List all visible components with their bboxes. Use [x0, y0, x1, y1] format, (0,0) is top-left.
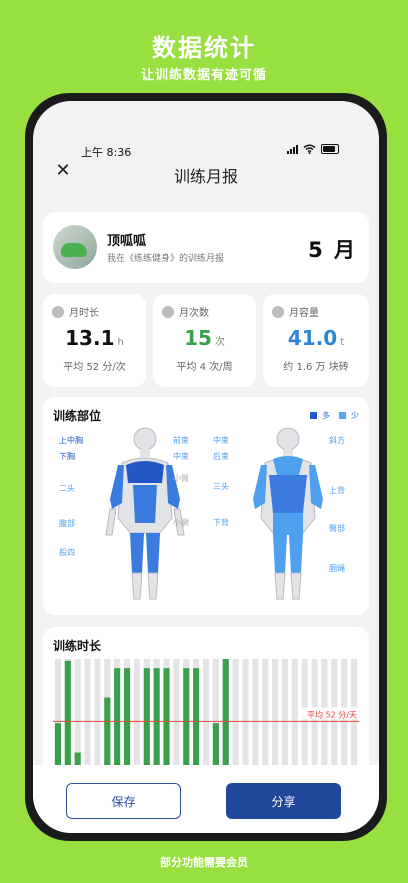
legend: 多 少	[310, 410, 359, 421]
report-month: 5 月	[308, 238, 357, 262]
stat-label: 月次数	[179, 308, 209, 319]
stat-card-duration: 月时长 13.1 h 平均 52 分/次	[43, 294, 146, 387]
legend-swatch-more	[310, 412, 317, 419]
chart-bar-track	[202, 659, 210, 769]
chart-bar-track	[281, 659, 289, 769]
muscle-label: 小臂	[173, 474, 189, 483]
chart-bar[interactable]	[143, 668, 150, 769]
signal-icon	[287, 144, 298, 154]
stat-value: 15 次	[184, 326, 225, 350]
battery-icon	[321, 144, 339, 154]
weight-icon	[272, 305, 284, 318]
phone-frame: 上午 8:36 ✕ 训练月报 顶呱呱 我在《练练健身》的训练月报 5 月 月时长…	[25, 93, 387, 841]
save-button[interactable]: 保存	[66, 783, 181, 819]
muscle-label: 后束	[213, 452, 229, 461]
stat-card-count: 月次数 15 次 平均 4 次/周	[153, 294, 256, 387]
stat-label: 月时长	[69, 308, 99, 319]
status-icons	[287, 144, 339, 154]
duration-chart-card: 训练时长 平均 52 分/天	[43, 627, 369, 777]
chart-bar[interactable]	[114, 668, 121, 769]
avatar[interactable]	[53, 225, 97, 269]
duration-bar-chart: 平均 52 分/天	[53, 659, 359, 769]
muscle-label: 下胸	[59, 452, 75, 461]
chart-bar-track	[94, 659, 101, 769]
stat-value: 13.1 h	[65, 326, 124, 350]
chart-bar[interactable]	[222, 659, 229, 769]
muscle-label: 上中胸	[59, 436, 83, 445]
section-title: 训练部位	[53, 409, 102, 423]
muscle-label: 股四	[59, 548, 75, 557]
profile-card: 顶呱呱 我在《练练健身》的训练月报 5 月	[43, 212, 369, 283]
stat-footnote: 约 1.6 万 块砖	[283, 362, 349, 373]
stat-value: 41.0 t	[287, 326, 345, 350]
chart-bar-track	[173, 659, 180, 769]
muscle-label: 三头	[213, 482, 229, 491]
chart-bar-track	[291, 659, 298, 769]
chart-bar-track	[232, 659, 239, 769]
body-back-figure	[253, 427, 323, 600]
user-name: 顶呱呱	[107, 234, 147, 249]
muscle-map-card: 训练部位 多 少 上中胸 下胸 二头 腹部 股四 前束 中束 小臂 小腿 中束 …	[43, 397, 369, 615]
muscle-label: 斜方	[329, 436, 345, 445]
chart-bar-track	[252, 659, 259, 769]
muscle-label: 二头	[59, 484, 75, 493]
chart-bar-track	[262, 659, 269, 769]
average-label: 平均 52 分/天	[307, 709, 357, 719]
chart-bar[interactable]	[123, 668, 131, 769]
legend-swatch-less	[339, 412, 346, 419]
promo-subtitle: 让训练数据有迹可循	[140, 68, 267, 83]
muscle-label: 下背	[213, 518, 229, 527]
chart-bar-track	[242, 659, 249, 769]
page-title: 训练月报	[173, 167, 238, 186]
muscle-label: 中束	[173, 452, 189, 461]
muscle-label: 腹部	[59, 519, 75, 528]
body-front-figure	[105, 427, 185, 600]
stat-footnote: 平均 4 次/周	[176, 362, 233, 373]
muscle-label: 前束	[173, 436, 189, 445]
calendar-icon	[162, 305, 174, 318]
chart-bar[interactable]	[183, 668, 190, 769]
legend-less: 少	[351, 411, 359, 420]
chart-bar-track	[84, 659, 91, 769]
footer-note: 部分功能需要会员	[160, 856, 248, 869]
stat-card-volume: 月容量 41.0 t 约 1.6 万 块砖	[263, 294, 369, 387]
chart-bar-track	[272, 659, 279, 769]
chart-bar-track	[133, 659, 140, 769]
muscle-label: 腘绳	[329, 564, 345, 573]
chart-bar[interactable]	[163, 668, 170, 769]
stat-label: 月容量	[289, 308, 319, 319]
chart-bar[interactable]	[153, 668, 160, 769]
muscle-label: 小腿	[173, 518, 189, 527]
status-time: 上午 8:36	[81, 146, 132, 159]
chart-bar[interactable]	[54, 723, 61, 769]
chart-bar[interactable]	[104, 697, 111, 770]
chart-bar[interactable]	[212, 723, 219, 769]
promo-title: 数据统计	[152, 34, 256, 62]
stat-footnote: 平均 52 分/次	[63, 362, 126, 373]
chart-bar[interactable]	[64, 660, 71, 769]
phone-screen: 上午 8:36 ✕ 训练月报 顶呱呱 我在《练练健身》的训练月报 5 月 月时长…	[33, 101, 379, 833]
chart-bar[interactable]	[193, 668, 200, 769]
muscle-label: 中束	[213, 436, 229, 445]
report-subtitle: 我在《练练健身》的训练月报	[107, 254, 225, 264]
muscle-label: 上背	[329, 486, 345, 495]
muscle-label: 臀部	[329, 524, 345, 533]
legend-more: 多	[322, 411, 330, 420]
chart-title: 训练时长	[53, 639, 102, 653]
clock-icon	[52, 305, 64, 318]
share-button[interactable]: 分享	[226, 783, 341, 819]
wifi-icon	[303, 144, 316, 154]
